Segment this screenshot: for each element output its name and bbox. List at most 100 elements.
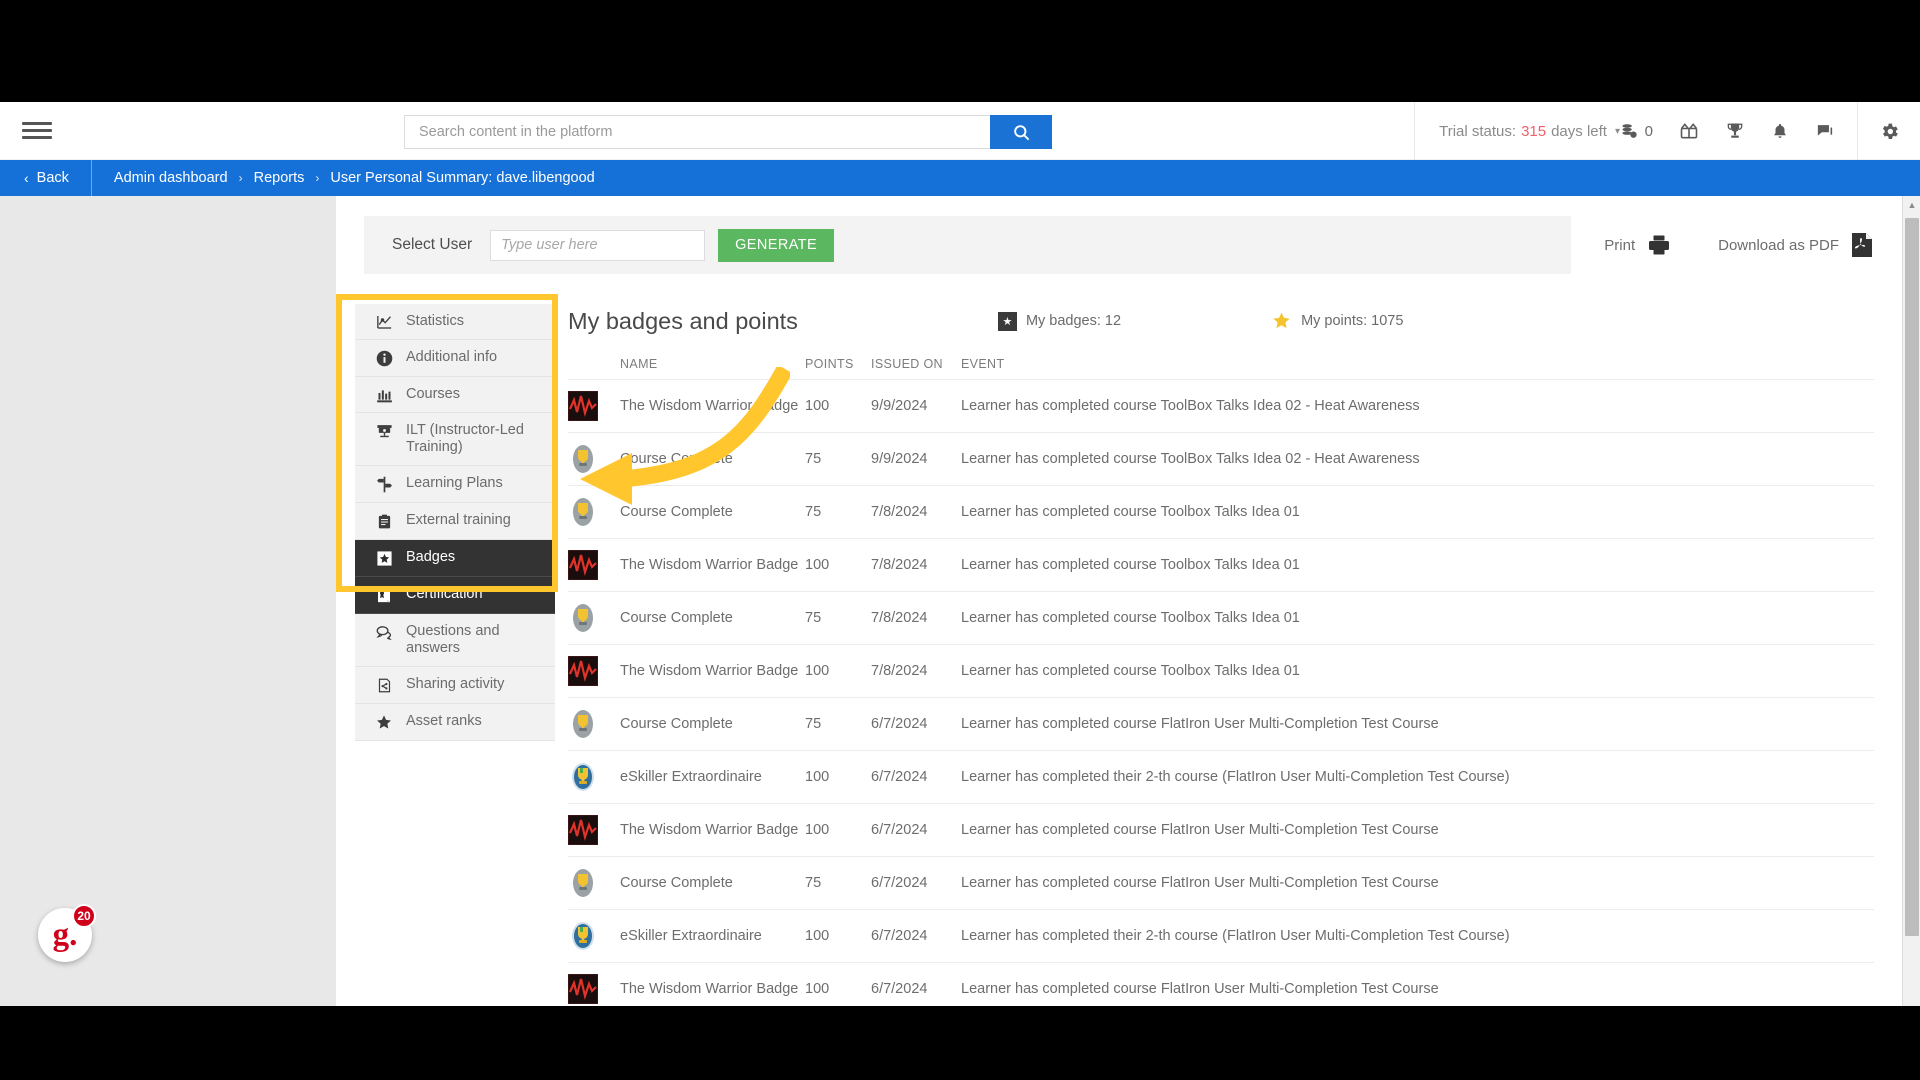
coins-count: 0	[1644, 122, 1653, 140]
badge-issued-on-cell: 7/8/2024	[871, 644, 961, 698]
gold-star-icon	[1273, 312, 1290, 329]
chevron-left-icon: ‹	[24, 170, 29, 186]
wisdom-warrior-badge-icon	[568, 391, 620, 421]
badge-icon-cell	[568, 962, 620, 1006]
eskiller-badge-icon	[568, 921, 620, 951]
bell-icon	[1774, 123, 1786, 138]
badge-event-cell: Learner has completed course ToolBox Tal…	[961, 379, 1874, 433]
breadcrumb-item-user-personal-summary: User Personal Summary: dave.libengood	[330, 170, 595, 186]
settings-button[interactable]	[1858, 102, 1920, 160]
badge-issued-on-cell: 7/8/2024	[871, 538, 961, 592]
table-row[interactable]: Course Complete 75 7/8/2024 Learner has com…	[568, 591, 1874, 645]
topbar-icon-group: 0	[1620, 102, 1858, 160]
badge-points-cell: 100	[805, 803, 871, 857]
table-row[interactable]: The Wisdom Warrior Badge 100 7/8/2024 Learn…	[568, 644, 1874, 698]
trophy-button[interactable]	[1725, 121, 1745, 141]
search-button[interactable]	[990, 115, 1052, 149]
bar-chart-icon	[375, 386, 393, 403]
generate-button[interactable]: GENERATE	[718, 228, 835, 262]
badge-points-cell: 100	[805, 644, 871, 698]
table-row[interactable]: eSkiller Extraordinaire 100 6/7/2024 Learne…	[568, 909, 1874, 963]
badge-issued-on-cell: 6/7/2024	[871, 856, 961, 910]
sidebar-item-badges[interactable]: Badges	[355, 540, 555, 577]
badge-points-cell: 75	[805, 856, 871, 910]
badge-icon-cell	[568, 750, 620, 804]
print-label: Print	[1604, 236, 1636, 254]
share-file-icon	[375, 676, 393, 694]
table-row[interactable]: eSkiller Extraordinaire 100 6/7/2024 Learne…	[568, 750, 1874, 804]
badge-event-cell: Learner has completed course ToolBox Tal…	[961, 432, 1874, 486]
messages-button[interactable]	[1815, 122, 1835, 141]
column-points: POINTS	[805, 357, 871, 380]
table-row[interactable]: The Wisdom Warrior Badge 100 7/8/2024 Learn…	[568, 538, 1874, 592]
badge-icon-cell	[568, 538, 620, 592]
badge-event-cell: Learner has completed their 2-th course …	[961, 909, 1874, 963]
badges-panel: My badges and points ★ My badges: 12 My …	[568, 296, 1874, 1006]
badge-name-cell: Course Complete	[620, 485, 805, 539]
table-row[interactable]: The Wisdom Warrior Badge 100 9/9/2024 Learn…	[568, 379, 1874, 433]
browser-viewport: Trial status: 315 days left ▾ 0	[0, 102, 1920, 1006]
sidebar-item-additional-info[interactable]: Additional info	[355, 340, 555, 377]
table-row[interactable]: The Wisdom Warrior Badge 100 6/7/2024 Learn…	[568, 803, 1874, 857]
sidebar-item-sharing-activity[interactable]: Sharing activity	[355, 667, 555, 704]
my-points-stat: My points: 1075	[1271, 311, 1403, 331]
breadcrumb-item-reports[interactable]: Reports	[254, 170, 305, 186]
sidebar-item-learning-plans[interactable]: Learning Plans	[355, 466, 555, 503]
sidebar-item-questions-and-answers[interactable]: Questions and answers	[355, 614, 555, 667]
sidebar-item-certification[interactable]: Certification	[355, 577, 555, 614]
sidebar-item-ilt[interactable]: ILT (Instructor-Led Training)	[355, 413, 555, 466]
badge-name-cell: eSkiller Extraordinaire	[620, 750, 805, 804]
badge-icon-cell	[568, 485, 620, 539]
badge-name-cell: Course Complete	[620, 591, 805, 645]
sidebar-item-courses[interactable]: Courses	[355, 377, 555, 413]
badge-event-cell: Learner has completed course FlatIron Us…	[961, 962, 1874, 1006]
table-row[interactable]: The Wisdom Warrior Badge 100 6/7/2024 Learn…	[568, 962, 1874, 1006]
star-icon	[375, 713, 393, 731]
trial-prefix: Trial status:	[1439, 122, 1517, 140]
letterbox-bottom	[0, 1006, 1920, 1080]
coins-button[interactable]: 0	[1620, 122, 1653, 141]
badge-name-cell: The Wisdom Warrior Badge	[620, 962, 805, 1006]
chart-line-icon	[375, 313, 393, 330]
sidebar-item-label: Sharing activity	[406, 676, 505, 692]
download-pdf-button[interactable]: Download as PDF	[1718, 232, 1874, 258]
sidebar-item-label: External training	[406, 512, 511, 528]
badge-name-cell: Course Complete	[620, 432, 805, 486]
trial-suffix: days left	[1551, 122, 1607, 140]
eskiller-badge-icon	[568, 762, 620, 792]
notifications-button[interactable]	[1771, 122, 1789, 141]
sidebar-item-label: ILT (Instructor-Led Training)	[406, 422, 524, 455]
badge-points-cell: 75	[805, 485, 871, 539]
back-button[interactable]: ‹ Back	[0, 160, 92, 196]
badge-points-cell: 100	[805, 750, 871, 804]
badge-issued-on-cell: 7/8/2024	[871, 591, 961, 645]
page-scrollbar[interactable]: ▲	[1902, 196, 1920, 1006]
gift-button[interactable]	[1679, 121, 1699, 141]
report-toolbar: Select User GENERATE	[364, 216, 1571, 274]
print-button[interactable]: Print	[1604, 233, 1672, 257]
breadcrumb-item-admin-dashboard[interactable]: Admin dashboard	[114, 170, 228, 186]
table-row[interactable]: Course Complete 75 6/7/2024 Learner has com…	[568, 856, 1874, 910]
star-square-icon	[375, 549, 393, 567]
badge-issued-on-cell: 9/9/2024	[871, 432, 961, 486]
hamburger-icon[interactable]	[22, 119, 52, 143]
help-widget-button[interactable]: g. 20	[38, 904, 96, 962]
table-row[interactable]: Course Complete 75 6/7/2024 Learner has com…	[568, 697, 1874, 751]
search-input[interactable]	[404, 115, 990, 149]
badge-icon-cell	[568, 591, 620, 645]
sidebar-item-asset-ranks[interactable]: Asset ranks	[355, 704, 555, 741]
badge-event-cell: Learner has completed course Toolbox Tal…	[961, 591, 1874, 645]
sidebar-item-label: Questions and answers	[406, 623, 500, 656]
trial-status[interactable]: Trial status: 315 days left ▾	[1414, 102, 1620, 160]
sidebar-item-external-training[interactable]: External training	[355, 503, 555, 540]
sidebar-item-statistics[interactable]: Statistics	[355, 304, 555, 340]
table-row[interactable]: Course Complete 75 7/8/2024 Learner has com…	[568, 485, 1874, 539]
badges-table: NAME POINTS ISSUED ON EVENT The Wisdom W…	[568, 357, 1874, 1006]
select-user-input[interactable]	[490, 229, 706, 261]
badge-icon-cell	[568, 644, 620, 698]
table-row[interactable]: Course Complete 75 9/9/2024 Learner has com…	[568, 432, 1874, 486]
scroll-up-arrow-icon[interactable]: ▲	[1903, 196, 1920, 214]
badge-event-cell: Learner has completed their 2-th course …	[961, 750, 1874, 804]
page-title: My badges and points	[568, 307, 798, 334]
scrollbar-thumb[interactable]	[1905, 218, 1919, 936]
